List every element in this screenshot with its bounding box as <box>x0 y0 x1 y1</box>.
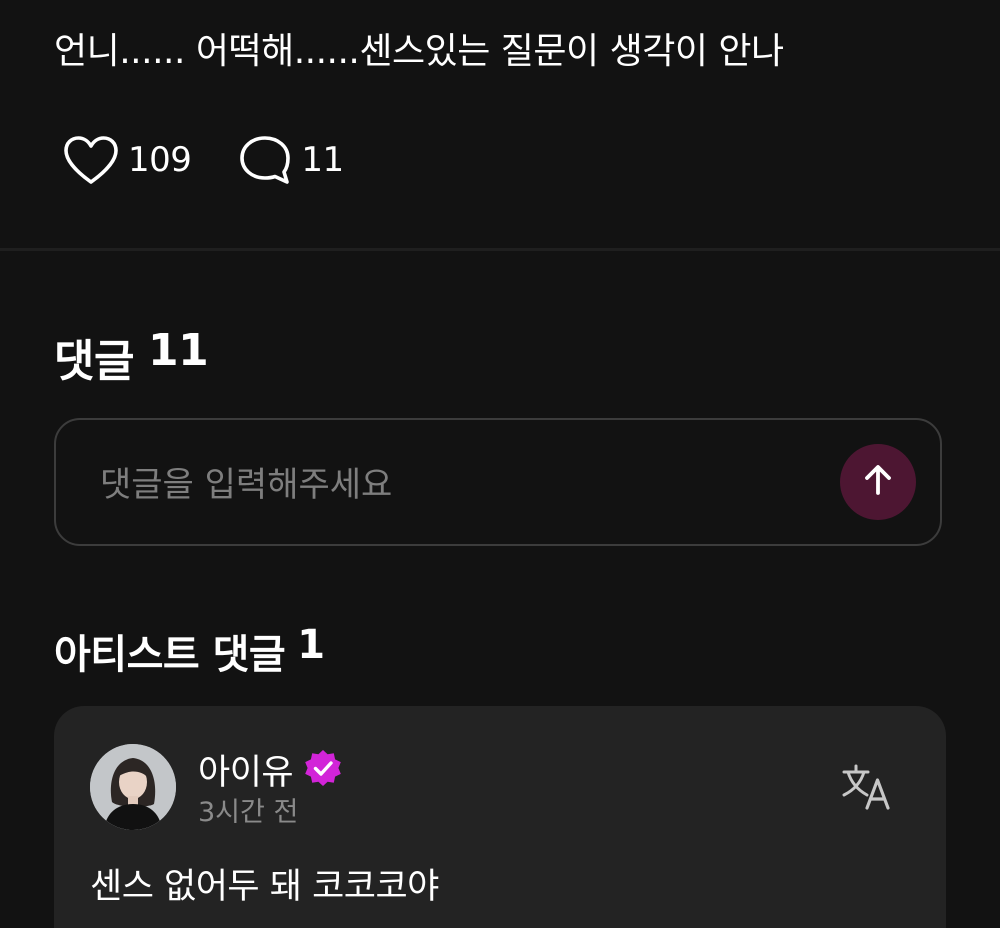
comment-time: 3시간 전 <box>198 797 299 828</box>
send-button[interactable] <box>840 444 916 520</box>
like-button[interactable]: 109 <box>62 134 192 186</box>
section-divider <box>0 248 1000 251</box>
translate-icon <box>840 764 894 816</box>
heart-outline-icon <box>62 134 120 186</box>
artist-comments-heading: 아티스트 댓글 1 <box>54 622 325 680</box>
author-name: 아이유 <box>198 753 294 793</box>
avatar[interactable] <box>90 744 176 830</box>
speech-bubble-icon <box>237 133 293 187</box>
comment-text: 센스 없어두 돼 코코코야 <box>90 867 439 907</box>
comments-heading: 댓글 11 <box>54 325 209 389</box>
comment-count-button[interactable]: 11 <box>237 133 344 187</box>
comments-heading-label: 댓글 <box>54 336 134 387</box>
comments-heading-count: 11 <box>147 325 209 376</box>
post-text: 언니...... 어떡해......센스있는 질문이 생각이 안나 <box>54 31 784 72</box>
comment-count: 11 <box>301 140 344 180</box>
verified-badge-icon <box>303 748 343 792</box>
artist-comments-heading-label: 아티스트 댓글 <box>54 632 286 678</box>
comment-input[interactable] <box>98 458 802 512</box>
artist-comments-heading-count: 1 <box>297 622 325 668</box>
translate-button[interactable] <box>840 762 894 812</box>
like-count: 109 <box>128 140 192 180</box>
comment-input-box <box>54 418 942 546</box>
arrow-up-icon <box>862 463 894 501</box>
artist-comment-card[interactable]: 아이유 3시간 전 센스 없어두 돼 코코코야 <box>54 706 946 928</box>
comments-screen: 언니...... 어떡해......센스있는 질문이 생각이 안나 109 11… <box>0 0 1000 928</box>
comment-author: 아이유 <box>198 744 343 795</box>
post-actions: 109 11 <box>62 132 344 188</box>
